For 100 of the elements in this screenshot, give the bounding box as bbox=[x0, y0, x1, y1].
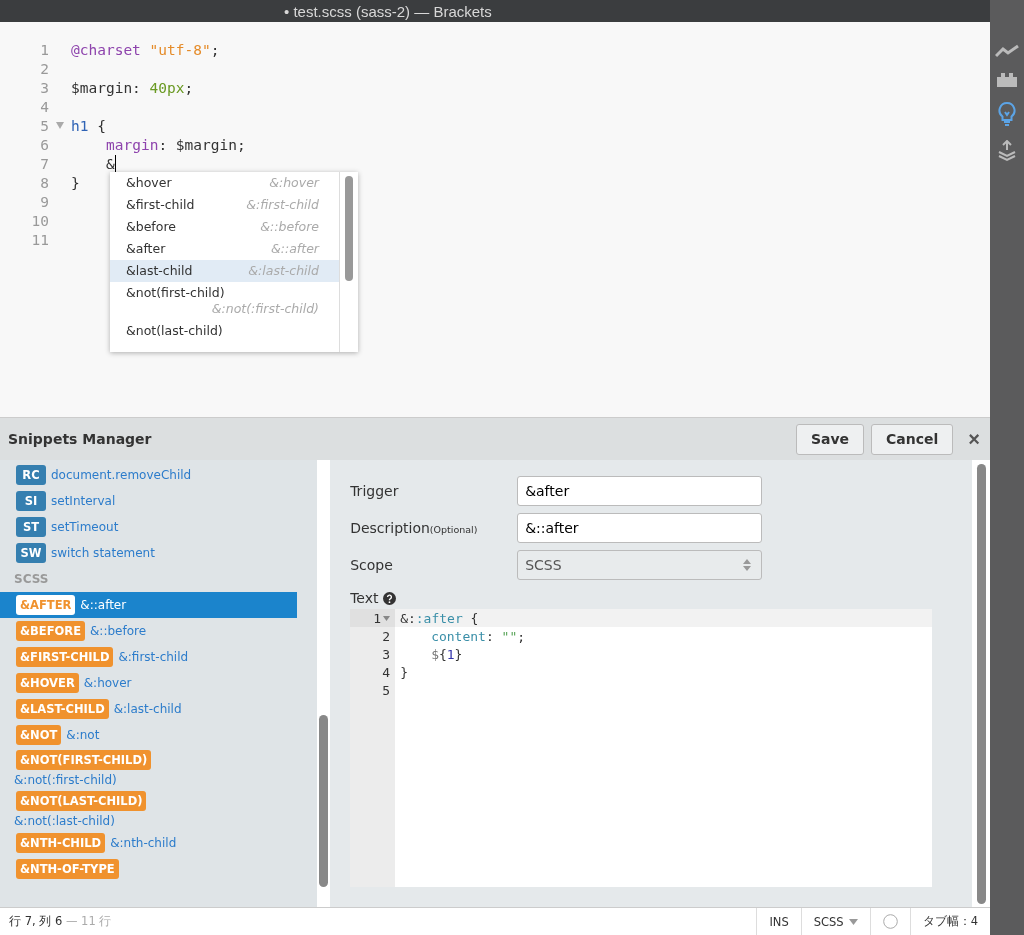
trigger-badge: RC bbox=[16, 465, 46, 485]
hint-item[interactable]: &after &::after bbox=[110, 238, 339, 260]
window-title: • test.scss (sass-2) — Brackets bbox=[284, 2, 492, 20]
snippet-description: &:not(:first-child) bbox=[14, 773, 117, 787]
line-number: 1 bbox=[350, 610, 396, 626]
snippet-item[interactable]: &BEFORE &::before bbox=[0, 618, 297, 644]
line-number: 8 bbox=[39, 174, 49, 191]
field-label: Description(Optional) bbox=[350, 519, 479, 536]
snippet-item[interactable]: RC document.removeChild bbox=[0, 462, 297, 488]
code-line: margin: $margin; bbox=[105, 136, 246, 153]
snippet-description: setTimeout bbox=[51, 520, 119, 534]
snippet-item[interactable]: &NOT(LAST-CHILD) &:not(:last-child) bbox=[0, 789, 295, 830]
caret-icon bbox=[848, 918, 858, 925]
stepper-arrows-icon bbox=[743, 558, 752, 571]
hint-item[interactable]: &hover &:hover bbox=[110, 172, 339, 194]
snippet-item[interactable]: &NTH-CHILD &:nth-child bbox=[0, 830, 297, 856]
snippet-description: &:nth-child bbox=[110, 836, 177, 850]
snippet-item[interactable]: &FIRST-CHILD &:first-child bbox=[0, 644, 297, 670]
zigzag-line-icon[interactable] bbox=[995, 44, 1019, 58]
panel-title: Snippets Manager bbox=[8, 431, 152, 447]
trigger-badge: &BEFORE bbox=[16, 621, 85, 641]
snippet-description: switch statement bbox=[51, 546, 155, 560]
trigger-badge: &NTH-OF-TYPE bbox=[16, 859, 119, 879]
close-button[interactable]: × bbox=[968, 427, 980, 451]
field-label: Scope bbox=[350, 556, 394, 573]
insert-mode[interactable]: INS bbox=[756, 908, 801, 935]
snippet-item[interactable]: &AFTER &::after bbox=[0, 592, 297, 618]
scrollbar-thumb[interactable] bbox=[319, 715, 329, 887]
snippet-item[interactable]: &NOT &:not bbox=[0, 722, 297, 748]
trigger-badge: &FIRST-CHILD bbox=[16, 647, 114, 667]
snippet-item[interactable]: &NOT(FIRST-CHILD) &:not(:first-child) bbox=[0, 748, 295, 789]
hint-item[interactable]: &not(last-child) bbox=[110, 320, 339, 342]
lightbulb-icon[interactable] bbox=[998, 102, 1016, 126]
trigger-badge: &HOVER bbox=[16, 673, 79, 693]
brick-icon[interactable] bbox=[996, 72, 1018, 88]
snippet-item[interactable]: ST setTimeout bbox=[0, 514, 297, 540]
snippet-description: &:last-child bbox=[113, 702, 182, 716]
snippet-description: &::after bbox=[80, 598, 127, 612]
cursor-position: 行 7, 列 6 — 11 行 bbox=[8, 914, 112, 929]
line-number: 5 bbox=[381, 682, 392, 698]
snippet-item[interactable]: SI setInterval bbox=[0, 488, 297, 514]
line-number: 2 bbox=[381, 628, 392, 644]
trigger-badge: &LAST-CHILD bbox=[16, 699, 109, 719]
trigger-badge: &NOT bbox=[16, 725, 62, 745]
trigger-badge: SI bbox=[16, 491, 46, 511]
description-field[interactable]: &::after bbox=[517, 512, 763, 543]
field-label: Trigger bbox=[350, 482, 400, 499]
trigger-badge: ST bbox=[16, 517, 46, 537]
line-number: 6 bbox=[39, 136, 49, 153]
line-number: 7 bbox=[39, 155, 49, 172]
code-line: @charset "utf-8"; bbox=[71, 41, 220, 58]
code-line: content: ""; bbox=[430, 628, 526, 644]
field-label: Text bbox=[350, 590, 379, 606]
scrollbar-thumb[interactable] bbox=[976, 464, 986, 904]
snippet-description: &:not bbox=[66, 728, 100, 742]
snippet-description: &::before bbox=[90, 624, 147, 638]
action-button[interactable]: Cancel bbox=[871, 423, 954, 455]
hint-item[interactable]: &before &::before bbox=[110, 216, 339, 238]
action-button[interactable]: Save bbox=[795, 423, 865, 455]
status-circle-icon[interactable] bbox=[882, 914, 898, 929]
snippet-description: &:first-child bbox=[118, 650, 189, 664]
line-number: 2 bbox=[39, 60, 49, 77]
code-line: ${1} bbox=[430, 646, 463, 662]
language-dropdown[interactable]: SCSS bbox=[800, 908, 870, 935]
trigger-badge: SW bbox=[16, 543, 46, 563]
line-number: 4 bbox=[39, 98, 49, 115]
code-line: &::after { bbox=[399, 610, 479, 626]
line-number: 11 bbox=[30, 231, 49, 248]
trigger-field[interactable]: &after bbox=[517, 475, 763, 506]
code-line: h1 { bbox=[71, 117, 106, 134]
scope-select[interactable]: SCSS bbox=[517, 549, 763, 580]
trigger-badge: &NOT(FIRST-CHILD) bbox=[16, 750, 152, 770]
snippet-item[interactable]: &HOVER &:hover bbox=[0, 670, 297, 696]
line-number: 10 bbox=[30, 212, 49, 229]
line-number: 3 bbox=[39, 79, 49, 96]
code-line: } bbox=[71, 174, 80, 191]
snippet-text-editor[interactable]: 1 &::after { 2 content: ""; 3 ${1} 4 } 5 bbox=[350, 609, 933, 887]
code-line: $margin: 40px; bbox=[71, 79, 194, 96]
hint-item[interactable]: &first-child &:first-child bbox=[110, 194, 339, 216]
hint-item[interactable]: &not(first-child) &:not(:first-child) bbox=[110, 282, 339, 320]
code-line: & bbox=[105, 155, 116, 172]
help-icon[interactable] bbox=[383, 591, 397, 605]
line-number: 1 bbox=[39, 41, 49, 58]
layers-icon[interactable] bbox=[997, 140, 1017, 162]
line-number: 9 bbox=[39, 193, 49, 210]
trigger-badge: &NOT(LAST-CHILD) bbox=[16, 791, 147, 811]
scrollbar-thumb[interactable] bbox=[345, 176, 353, 281]
snippet-description: setInterval bbox=[51, 494, 116, 508]
fold-icon[interactable] bbox=[383, 615, 391, 621]
line-number: 5 bbox=[39, 117, 49, 134]
hint-item[interactable]: &last-child &:last-child bbox=[110, 260, 339, 282]
trigger-badge: &NTH-CHILD bbox=[16, 833, 106, 853]
fold-icon[interactable] bbox=[56, 122, 64, 129]
snippet-description: &:not(:last-child) bbox=[14, 814, 115, 828]
line-number: 4 bbox=[381, 664, 392, 680]
group-header: SCSS bbox=[13, 571, 50, 588]
snippet-item[interactable]: SW switch statement bbox=[0, 540, 297, 566]
trigger-badge: &AFTER bbox=[16, 595, 76, 615]
line-number: 3 bbox=[381, 646, 392, 662]
snippet-item[interactable]: &LAST-CHILD &:last-child bbox=[0, 696, 297, 722]
